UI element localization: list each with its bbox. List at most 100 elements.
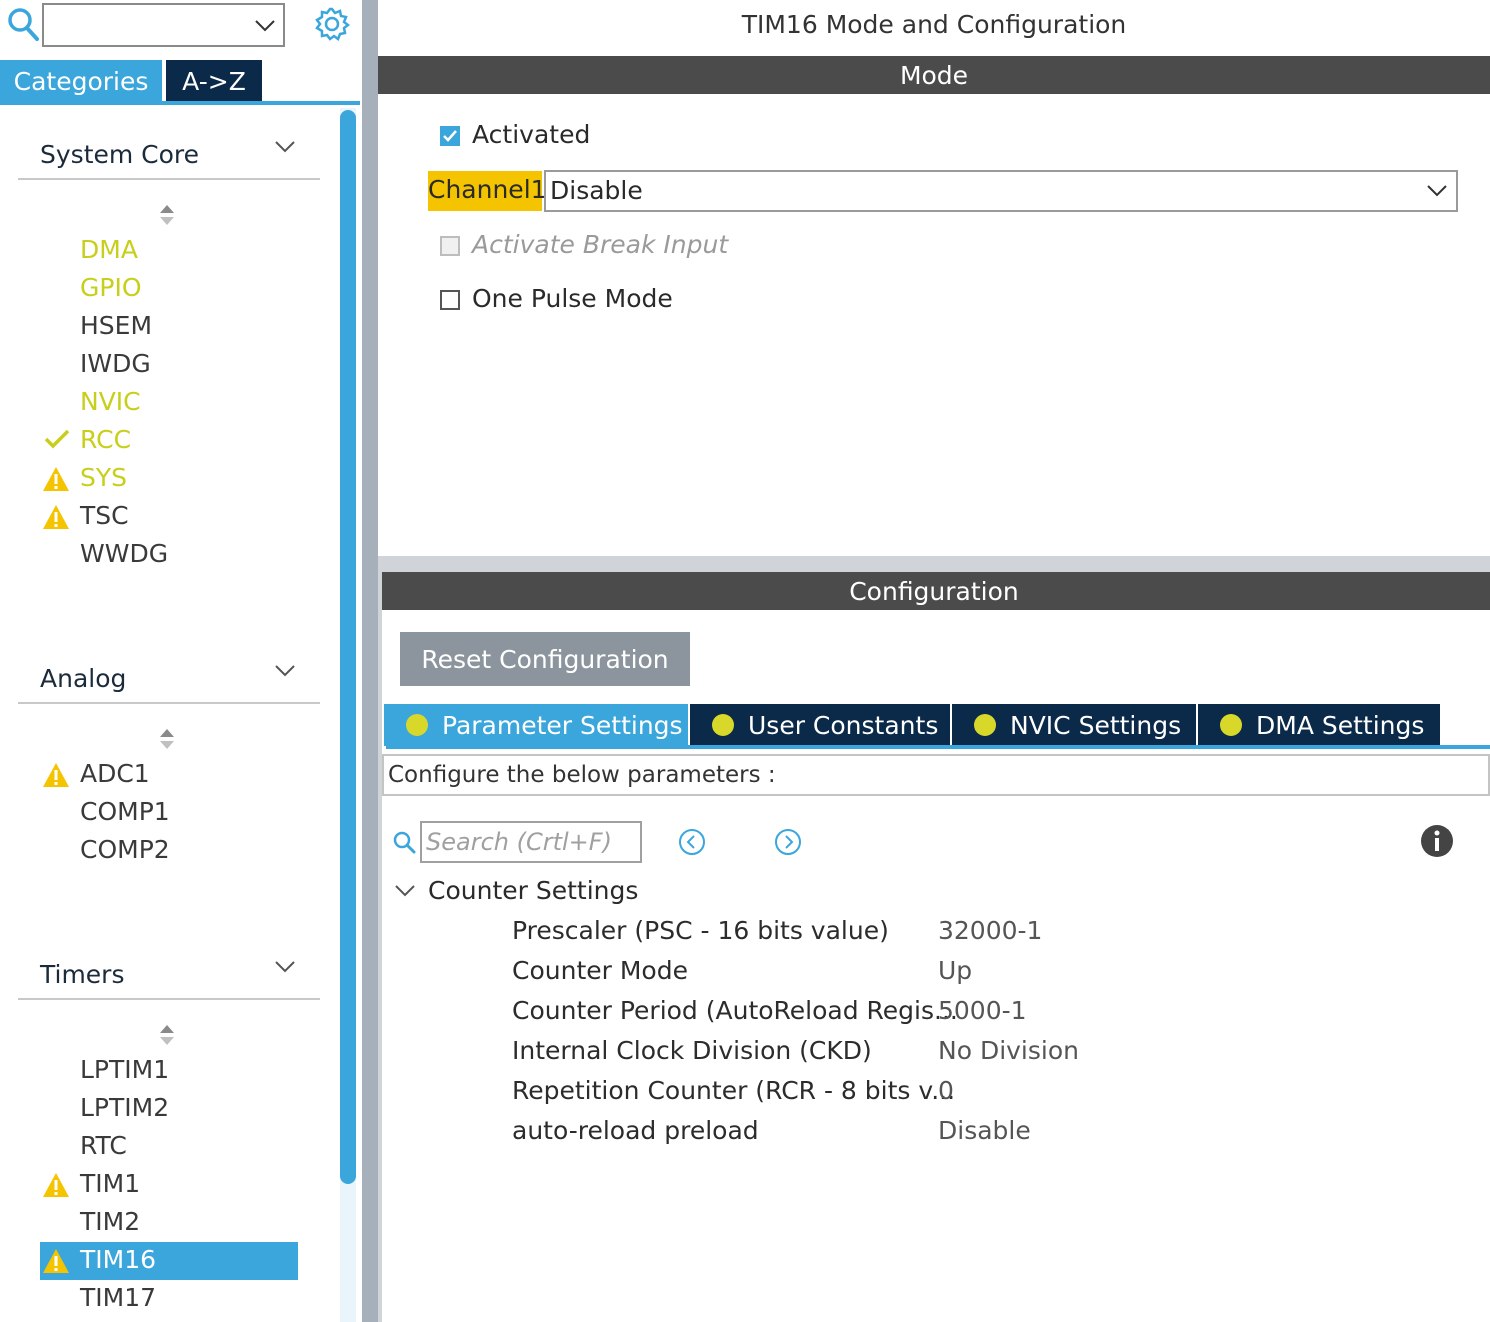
list-item-lptim1[interactable]: LPTIM1: [80, 1052, 169, 1088]
tab-nvic-settings[interactable]: NVIC Settings: [952, 704, 1196, 746]
break-input-label: Activate Break Input: [472, 230, 729, 259]
gear-icon[interactable]: [314, 6, 350, 42]
next-icon[interactable]: [774, 828, 802, 856]
tab-a-z[interactable]: A->Z: [166, 60, 262, 102]
sort-icon[interactable]: [157, 203, 177, 227]
list-item-comp1[interactable]: COMP1: [80, 794, 170, 830]
group-system-core[interactable]: System Core: [18, 132, 320, 180]
one-pulse-checkbox[interactable]: [440, 290, 460, 310]
warning-icon: [43, 763, 69, 787]
warning-icon: [43, 1249, 69, 1273]
activated-checkbox[interactable]: [440, 126, 460, 146]
list-item-hsem[interactable]: HSEM: [80, 308, 152, 344]
chevron-down-icon[interactable]: [274, 140, 296, 154]
left-edge-strip: [378, 556, 382, 1322]
param-value[interactable]: 5000-1: [938, 996, 1027, 1025]
param-value[interactable]: Disable: [938, 1116, 1031, 1145]
param-name[interactable]: auto-reload preload: [512, 1116, 759, 1145]
param-name[interactable]: Counter Mode: [512, 956, 688, 985]
counter-settings-title[interactable]: Counter Settings: [428, 876, 638, 905]
selected-row-highlight[interactable]: [40, 1242, 298, 1280]
warning-icon: [43, 505, 69, 529]
configuration-bar: Configuration: [378, 572, 1490, 610]
list-item-lptim2[interactable]: LPTIM2: [80, 1090, 169, 1126]
chevron-down-icon[interactable]: [274, 664, 296, 678]
chevron-down-icon[interactable]: [274, 960, 296, 974]
check-circle-icon: [712, 714, 734, 736]
tab-user-constants[interactable]: User Constants: [690, 704, 950, 746]
list-item-tim1[interactable]: TIM1: [80, 1166, 140, 1202]
list-item-nvic[interactable]: NVIC: [80, 384, 141, 420]
list-item-tim17[interactable]: TIM17: [80, 1280, 156, 1316]
list-item-iwdg[interactable]: IWDG: [80, 346, 151, 382]
list-item-rcc[interactable]: RCC: [80, 422, 131, 458]
param-value[interactable]: No Division: [938, 1036, 1079, 1065]
param-value[interactable]: 32000-1: [938, 916, 1042, 945]
left-panel: Categories A->Z System Core DMA GPIO HSE…: [0, 0, 362, 1322]
warning-icon: [43, 467, 69, 491]
list-item-gpio[interactable]: GPIO: [80, 270, 142, 306]
group-title: Timers: [40, 960, 125, 989]
tab-categories[interactable]: Categories: [0, 60, 162, 102]
param-value[interactable]: 0: [938, 1076, 954, 1105]
tab-underline: [0, 101, 360, 105]
warning-icon: [43, 1173, 69, 1197]
break-input-checkbox[interactable]: [440, 236, 460, 256]
parameter-search-input[interactable]: Search (Crtl+F): [420, 821, 642, 863]
list-item-tim2[interactable]: TIM2: [80, 1204, 140, 1240]
tab-parameter-settings[interactable]: Parameter Settings: [384, 704, 688, 746]
group-title: Analog: [40, 664, 127, 693]
list-item-rtc[interactable]: RTC: [80, 1128, 127, 1164]
panel-splitter[interactable]: [362, 0, 378, 1322]
page-title: TIM16 Mode and Configuration: [741, 10, 1127, 39]
list-item-dma[interactable]: DMA: [80, 232, 138, 268]
chevron-down-icon[interactable]: [1426, 184, 1448, 198]
list-item-comp2[interactable]: COMP2: [80, 832, 170, 868]
tab-categories-label: Categories: [13, 66, 149, 96]
scrollbar-thumb[interactable]: [340, 110, 356, 1184]
tab-label: NVIC Settings: [1010, 710, 1182, 740]
check-icon: [443, 130, 457, 142]
chevron-down-icon[interactable]: [394, 884, 416, 898]
search-combo[interactable]: [42, 3, 285, 47]
channel1-label-bg: Channel1: [428, 171, 547, 211]
tab-label: Parameter Settings: [442, 710, 683, 740]
list-item-adc1[interactable]: ADC1: [80, 756, 150, 792]
channel1-select-value: Disable: [550, 176, 643, 205]
param-value[interactable]: Up: [938, 956, 972, 985]
check-icon: [44, 429, 70, 449]
tab-underline: [386, 745, 1490, 749]
reset-configuration-button[interactable]: Reset Configuration: [400, 632, 690, 686]
sort-icon[interactable]: [157, 727, 177, 751]
tab-label: User Constants: [748, 710, 939, 740]
info-icon[interactable]: [1420, 824, 1454, 858]
tab-label: DMA Settings: [1256, 710, 1425, 740]
check-circle-icon: [974, 714, 996, 736]
group-timers[interactable]: Timers: [18, 952, 320, 1000]
configuration-bar-label: Configuration: [849, 576, 1019, 606]
list-item-sys[interactable]: SYS: [80, 460, 127, 496]
mode-bar-label: Mode: [899, 60, 969, 90]
param-name[interactable]: Repetition Counter (RCR - 8 bits v...: [512, 1076, 955, 1105]
search-icon[interactable]: [392, 830, 416, 854]
group-title: System Core: [40, 140, 200, 169]
group-analog[interactable]: Analog: [18, 656, 320, 704]
chevron-down-icon[interactable]: [254, 19, 276, 33]
param-name[interactable]: Counter Period (AutoReload Regis...: [512, 996, 958, 1025]
list-item-wwdg[interactable]: WWDG: [80, 536, 168, 572]
param-name[interactable]: Internal Clock Division (CKD): [512, 1036, 872, 1065]
search-icon[interactable]: [6, 6, 40, 42]
check-circle-icon: [406, 714, 428, 736]
section-divider: [378, 556, 1490, 572]
channel1-select[interactable]: Disable: [544, 170, 1458, 212]
configure-text-box: Configure the below parameters :: [382, 754, 1490, 796]
list-item-tim16[interactable]: TIM16: [80, 1242, 156, 1278]
mode-bar: Mode: [378, 56, 1490, 94]
tab-dma-settings[interactable]: DMA Settings: [1198, 704, 1440, 746]
param-name[interactable]: Prescaler (PSC - 16 bits value): [512, 916, 889, 945]
channel1-label: Channel1: [428, 175, 547, 204]
previous-icon[interactable]: [678, 828, 706, 856]
tab-a-z-label: A->Z: [182, 66, 246, 96]
list-item-tsc[interactable]: TSC: [80, 498, 129, 534]
sort-icon[interactable]: [157, 1023, 177, 1047]
